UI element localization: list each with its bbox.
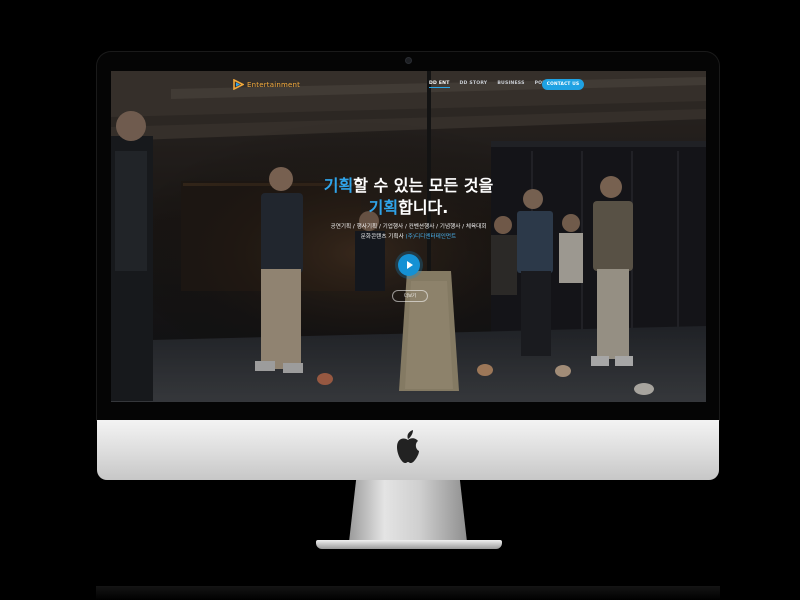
company-name: (주)디디엔터테인먼트 bbox=[405, 234, 457, 240]
hero-subtitle-line-2: 문화콘텐츠 기획사 (주)디디엔터테인먼트 bbox=[271, 232, 546, 242]
hero-title-line-2: 기획합니다. bbox=[271, 197, 546, 219]
nav-item-dd-ent[interactable]: DD ENT bbox=[429, 81, 450, 88]
hero-title-accent-2: 기획 bbox=[368, 198, 399, 217]
hero-title-rest-2: 합니다. bbox=[398, 198, 449, 217]
hero-subtitle: 공연기획 / 행사기획 / 기업행사 / 컨벤션행사 / 기념행사 / 체육대회… bbox=[271, 222, 546, 242]
logo-text: Entertainment bbox=[247, 80, 301, 89]
monitor-screen: Entertainment DD ENT DD STORY BUSINESS P… bbox=[111, 71, 706, 402]
play-icon bbox=[407, 261, 413, 269]
site-header: Entertainment DD ENT DD STORY BUSINESS P… bbox=[111, 71, 706, 99]
video-play-button[interactable] bbox=[398, 254, 420, 276]
apple-logo-icon bbox=[397, 430, 419, 463]
hero-subtitle-prefix: 문화콘텐츠 기획사 bbox=[360, 234, 406, 240]
play-triangle-logo-icon bbox=[233, 79, 244, 90]
contact-us-button[interactable]: CONTACT US bbox=[542, 79, 584, 90]
camera-icon bbox=[406, 58, 411, 63]
hero-title-line-1: 기획할 수 있는 모든 것을 bbox=[271, 175, 546, 197]
floor-reflection bbox=[96, 586, 720, 600]
hero-title: 기획할 수 있는 모든 것을 기획합니다. bbox=[271, 175, 546, 219]
hero-subtitle-line-1: 공연기획 / 행사기획 / 기업행사 / 컨벤션행사 / 기념행사 / 체육대회 bbox=[330, 224, 487, 230]
site-logo[interactable]: Entertainment bbox=[233, 79, 300, 90]
monitor-stand bbox=[349, 480, 467, 542]
more-button[interactable]: 더보기 bbox=[392, 290, 428, 302]
monitor-stand-base bbox=[316, 540, 502, 549]
nav-item-business[interactable]: BUSINESS bbox=[497, 81, 524, 88]
nav-item-dd-story[interactable]: DD STORY bbox=[460, 81, 488, 88]
hero-title-accent-1: 기획 bbox=[323, 176, 354, 195]
hero-title-rest-1: 할 수 있는 모든 것을 bbox=[353, 176, 494, 195]
